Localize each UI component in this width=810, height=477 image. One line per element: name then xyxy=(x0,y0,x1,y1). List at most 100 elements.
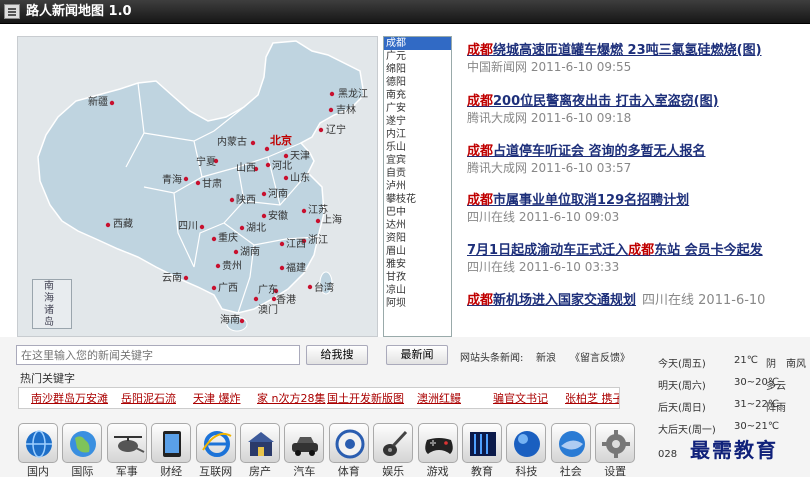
city-label-hubei[interactable]: 湖北 xyxy=(246,223,266,235)
city-dot-xizang[interactable] xyxy=(105,222,111,228)
category-button[interactable] xyxy=(62,423,103,463)
news-headline[interactable]: 成都市属事业单位取消129名招聘计划 xyxy=(467,192,689,209)
source-value[interactable]: 新浪 xyxy=(536,349,556,364)
city-dot-shandong[interactable] xyxy=(283,175,289,181)
city-label-shandong[interactable]: 山东 xyxy=(290,173,310,185)
city-label-xizang[interactable]: 西藏 xyxy=(113,219,133,231)
city-list-item[interactable]: 达州 xyxy=(384,219,451,232)
city-dot-hubei[interactable] xyxy=(239,225,245,231)
city-label-aomen[interactable]: 澳门 xyxy=(258,305,278,317)
city-label-chongqing[interactable]: 重庆 xyxy=(218,233,238,245)
city-label-shaanxi[interactable]: 陕西 xyxy=(236,195,256,207)
news-headline[interactable]: 成都绕城高速匝道罐车爆燃 23吨三氯氢硅燃烧(图) xyxy=(467,42,762,59)
city-label-xinjiang[interactable]: 新疆 xyxy=(88,97,108,109)
hot-keyword-link[interactable]: 家 n次方28集 xyxy=(257,392,325,405)
city-list-item[interactable]: 遂宁 xyxy=(384,115,451,128)
category-button[interactable] xyxy=(106,423,147,463)
city-label-heilongjiang[interactable]: 黑龙江 xyxy=(338,89,368,101)
city-list-item[interactable]: 凉山 xyxy=(384,284,451,297)
category-button[interactable] xyxy=(328,423,369,463)
category-button[interactable] xyxy=(151,423,192,463)
city-list-item[interactable]: 甘孜 xyxy=(384,271,451,284)
city-dot-hebei[interactable] xyxy=(265,162,271,168)
news-headline[interactable]: 7月1日起成渝动车正式迁入成都东站 会员卡今起发 xyxy=(467,242,763,259)
city-dot-gansu[interactable] xyxy=(195,180,201,186)
city-list-item[interactable]: 宜宾 xyxy=(384,154,451,167)
category-label[interactable]: 互联网 xyxy=(196,465,236,477)
city-dot-shaanxi[interactable] xyxy=(229,197,235,203)
category-label[interactable]: 国际 xyxy=(62,465,102,477)
city-label-shanxi[interactable]: 山西 xyxy=(236,163,256,175)
category-label[interactable]: 体育 xyxy=(329,465,369,477)
city-list-item[interactable]: 成都 xyxy=(384,37,451,50)
city-label-tianjin[interactable]: 天津 xyxy=(290,151,310,163)
category-label[interactable]: 军事 xyxy=(107,465,147,477)
hot-keyword-link[interactable]: 国土开发新版图 xyxy=(327,392,404,405)
city-label-hebei[interactable]: 河北 xyxy=(272,161,292,173)
city-label-liaoning[interactable]: 辽宁 xyxy=(326,125,346,137)
hot-keyword-link[interactable]: 张柏芝 携子离 xyxy=(565,392,619,405)
china-map[interactable]: 南 海 诸 岛 新疆 黑龙江 吉林 辽宁 内蒙古 北京 天津 河北 宁夏 山西 山东 青海 甘肃 河南 陕西… xyxy=(17,36,378,337)
city-label-beijing[interactable]: 北京 xyxy=(270,135,292,147)
category-label[interactable]: 社会 xyxy=(551,465,591,477)
news-headline[interactable]: 成都占道停车听证会 咨询的多暂无人报名 xyxy=(467,143,706,160)
news-headline[interactable]: 成都新机场进入国家交通规划 四川在线 2011-6-10 xyxy=(467,292,765,309)
hot-keyword-link[interactable]: 天津 爆炸 xyxy=(193,392,241,405)
city-label-ningxia[interactable]: 宁夏 xyxy=(196,157,216,169)
city-dot-hunan[interactable] xyxy=(233,249,239,255)
category-label[interactable]: 游戏 xyxy=(418,465,458,477)
city-label-qinghai[interactable]: 青海 xyxy=(162,175,182,187)
feedback-link[interactable]: 《留言反馈》 xyxy=(570,349,630,364)
city-label-gansu[interactable]: 甘肃 xyxy=(202,179,222,191)
city-list-item[interactable]: 眉山 xyxy=(384,245,451,258)
hot-keyword-link[interactable]: 岳阳泥石流 xyxy=(121,392,176,405)
city-label-fujian[interactable]: 福建 xyxy=(286,263,306,275)
category-label[interactable]: 国内 xyxy=(18,465,58,477)
city-dot-fujian[interactable] xyxy=(279,265,285,271)
hot-keyword-link[interactable]: 南沙群岛万安滩 xyxy=(31,392,108,405)
category-label[interactable]: 娱乐 xyxy=(373,465,413,477)
category-button[interactable] xyxy=(18,423,58,463)
city-dot-jiangsu[interactable] xyxy=(301,208,307,214)
city-label-yunnan[interactable]: 云南 xyxy=(162,273,182,285)
city-dot-beijing[interactable] xyxy=(264,146,270,152)
city-dot-heilongjiang[interactable] xyxy=(329,91,335,97)
city-dot-tianjin[interactable] xyxy=(283,153,289,159)
category-label[interactable]: 设置 xyxy=(595,465,635,477)
city-dot-chongqing[interactable] xyxy=(211,236,217,242)
search-input[interactable] xyxy=(16,345,300,365)
latest-news-button[interactable]: 最新闻 xyxy=(386,345,448,365)
city-label-zhejiang[interactable]: 浙江 xyxy=(308,235,328,247)
city-dot-qinghai[interactable] xyxy=(183,176,189,182)
city-label-neimenggu[interactable]: 内蒙古 xyxy=(217,137,247,149)
city-dot-shanghai[interactable] xyxy=(315,218,321,224)
city-dot-neimenggu[interactable] xyxy=(250,140,256,146)
search-button[interactable]: 给我搜 xyxy=(306,345,368,365)
category-label[interactable]: 财经 xyxy=(151,465,191,477)
city-list-item[interactable]: 雅安 xyxy=(384,258,451,271)
category-button[interactable] xyxy=(417,423,458,463)
city-dot-liaoning[interactable] xyxy=(318,127,324,133)
category-button[interactable] xyxy=(195,423,236,463)
category-button[interactable] xyxy=(373,423,414,463)
city-dot-yunnan[interactable] xyxy=(183,275,189,281)
city-label-jilin[interactable]: 吉林 xyxy=(336,105,356,117)
city-label-sichuan[interactable]: 四川 xyxy=(178,221,198,233)
city-list-item[interactable]: 广安 xyxy=(384,102,451,115)
city-list-item[interactable]: 南充 xyxy=(384,89,451,102)
hot-keyword-link[interactable]: 骗官文书记 xyxy=(493,392,548,405)
city-dot-sichuan[interactable] xyxy=(199,224,205,230)
city-list-item[interactable]: 攀枝花 xyxy=(384,193,451,206)
city-list-item[interactable]: 泸州 xyxy=(384,180,451,193)
city-label-hunan[interactable]: 湖南 xyxy=(240,247,260,259)
category-button[interactable] xyxy=(506,423,547,463)
city-dot-taiwan[interactable] xyxy=(307,284,313,290)
category-label[interactable]: 房产 xyxy=(240,465,280,477)
city-list-item[interactable]: 乐山 xyxy=(384,141,451,154)
city-list-item[interactable]: 资阳 xyxy=(384,232,451,245)
city-dot-henan[interactable] xyxy=(261,191,267,197)
news-headline[interactable]: 成都200位民警离夜出击 打击入室盗窃(图) xyxy=(467,93,719,110)
city-label-guangdong[interactable]: 广东 xyxy=(258,285,278,297)
city-dot-anhui[interactable] xyxy=(261,213,267,219)
city-list-item[interactable]: 巴中 xyxy=(384,206,451,219)
